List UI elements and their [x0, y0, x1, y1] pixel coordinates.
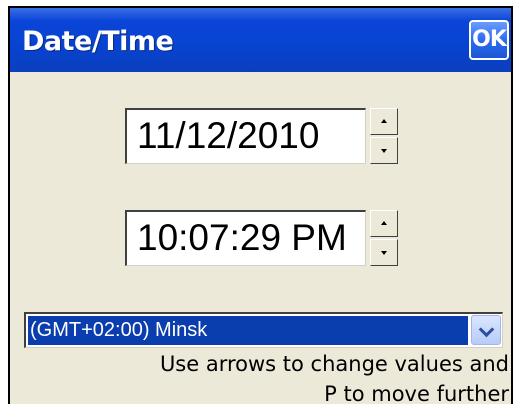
date-time-window: Date/Time OK 11/12/2010 10:07:29 PM (GMT…: [8, 6, 513, 404]
time-decrement-button[interactable]: [370, 239, 398, 266]
chevron-down-icon: [478, 321, 495, 338]
timezone-dropdown-button[interactable]: [471, 315, 501, 345]
timezone-select[interactable]: (GMT+02:00) Minsk: [24, 312, 503, 348]
arrow-down-icon: [381, 149, 387, 153]
window-title: Date/Time: [22, 26, 174, 57]
time-spinner: [370, 210, 398, 266]
hint-line-1: Use arrows to change values and: [159, 352, 509, 376]
time-increment-button[interactable]: [370, 210, 398, 237]
arrow-up-icon: [381, 221, 387, 225]
title-bar: Date/Time OK: [10, 8, 511, 72]
ok-button[interactable]: OK: [469, 20, 509, 60]
arrow-down-icon: [381, 251, 387, 255]
hint-line-2: P to move further: [324, 382, 509, 404]
date-field[interactable]: 11/12/2010: [125, 108, 366, 164]
date-increment-button[interactable]: [370, 108, 398, 135]
time-field[interactable]: 10:07:29 PM: [125, 210, 366, 266]
timezone-selected-value[interactable]: (GMT+02:00) Minsk: [28, 316, 468, 345]
date-decrement-button[interactable]: [370, 137, 398, 164]
arrow-up-icon: [381, 119, 387, 123]
date-spinner: [370, 108, 398, 164]
